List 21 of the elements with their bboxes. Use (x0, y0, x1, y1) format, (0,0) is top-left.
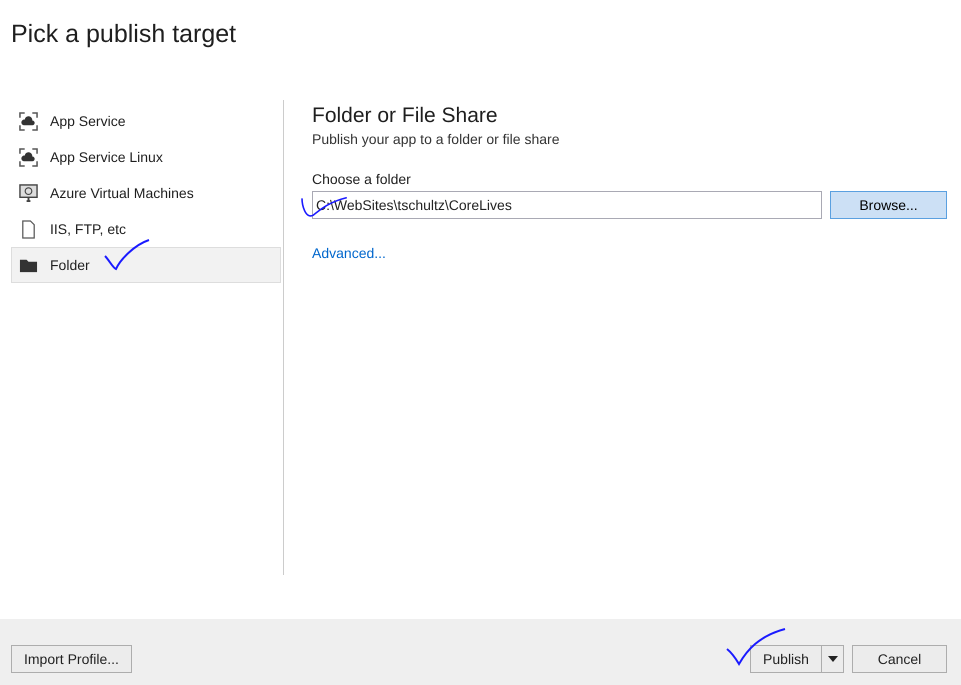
panel-heading: Folder or File Share (312, 104, 499, 128)
monitor-icon (19, 184, 38, 202)
caret-icon (828, 656, 838, 662)
dropdown-button[interactable] (822, 645, 844, 673)
target-item[interactable]: Azure Virtual Machines (11, 175, 281, 211)
advanced-link[interactable]: Advanced... (312, 245, 386, 261)
target-item[interactable]: App Service (11, 103, 281, 139)
browse-button[interactable]: Browse... (830, 191, 947, 219)
target-item[interactable]: Folder (11, 247, 281, 283)
target-item[interactable]: IIS, FTP, etc (11, 211, 281, 247)
document-icon (19, 220, 38, 238)
cancel-button[interactable]: Cancel (852, 645, 947, 673)
field-label: Choose a folder (312, 171, 412, 187)
target-item[interactable]: App Service Linux (11, 139, 281, 175)
panel-description: Publish your app to a folder or file share (312, 131, 560, 147)
cloud-icon (19, 148, 38, 166)
check-mark (103, 238, 151, 272)
import-profile-button[interactable]: Import Profile... (11, 645, 132, 673)
cloud-icon (19, 112, 38, 130)
publish-button[interactable]: Publish (750, 645, 822, 673)
dialog-title: Pick a publish target (10, 19, 238, 50)
